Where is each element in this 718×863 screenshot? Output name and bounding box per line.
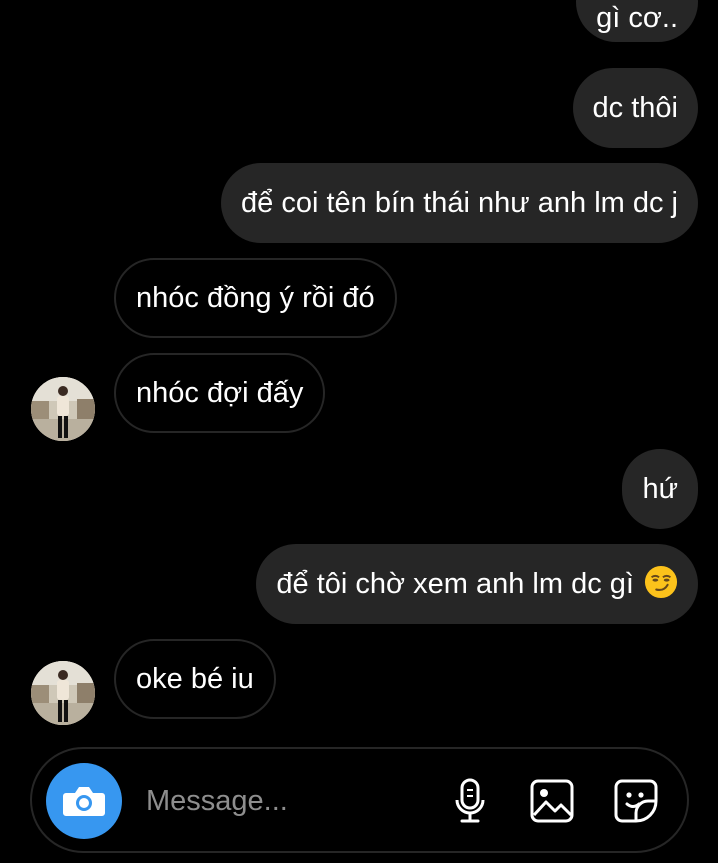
message-composer [30,747,689,853]
message-text: để tôi chờ xem anh lm dc gì [276,568,634,600]
sticker-button[interactable] [612,777,660,825]
microphone-icon [455,778,485,823]
message-text: hứ [642,473,678,505]
message-bubble-incoming[interactable]: nhóc đồng ý rồi đó [114,258,397,338]
camera-button[interactable] [46,763,122,839]
message-text: gì cơ.. [596,2,678,34]
message-bubble-outgoing[interactable]: để tôi chờ xem anh lm dc gì [256,544,698,624]
message-text: nhóc đợi đấy [136,377,304,409]
message-text: dc thôi [592,92,678,124]
message-text: nhóc đồng ý rồi đó [136,282,375,314]
message-bubble-outgoing[interactable]: dc thôi [572,68,698,148]
gallery-icon [530,779,574,823]
chat-screen: gì cơ.. dc thôi để coi tên bín thái như … [0,0,718,863]
message-input[interactable] [144,775,418,827]
avatar-photo-icon [31,377,95,441]
message-bubble-incoming[interactable]: nhóc đợi đấy [114,353,326,433]
message-bubble-outgoing[interactable]: để coi tên bín thái như anh lm dc j [221,163,698,243]
message-bubble-outgoing[interactable]: gì cơ.. [576,0,698,42]
message-bubble-incoming[interactable]: oke bé iu [114,639,276,719]
sticker-icon [614,779,658,823]
avatar-photo-icon [31,661,95,725]
camera-icon [63,787,105,816]
avatar[interactable] [31,377,95,441]
avatar[interactable] [31,661,95,725]
smirking-face-emoji [644,565,678,599]
voice-message-button[interactable] [446,777,494,825]
gallery-button[interactable] [528,777,576,825]
message-text: để coi tên bín thái như anh lm dc j [241,187,678,219]
message-bubble-outgoing[interactable]: hứ [622,449,698,529]
message-text: oke bé iu [136,663,254,695]
